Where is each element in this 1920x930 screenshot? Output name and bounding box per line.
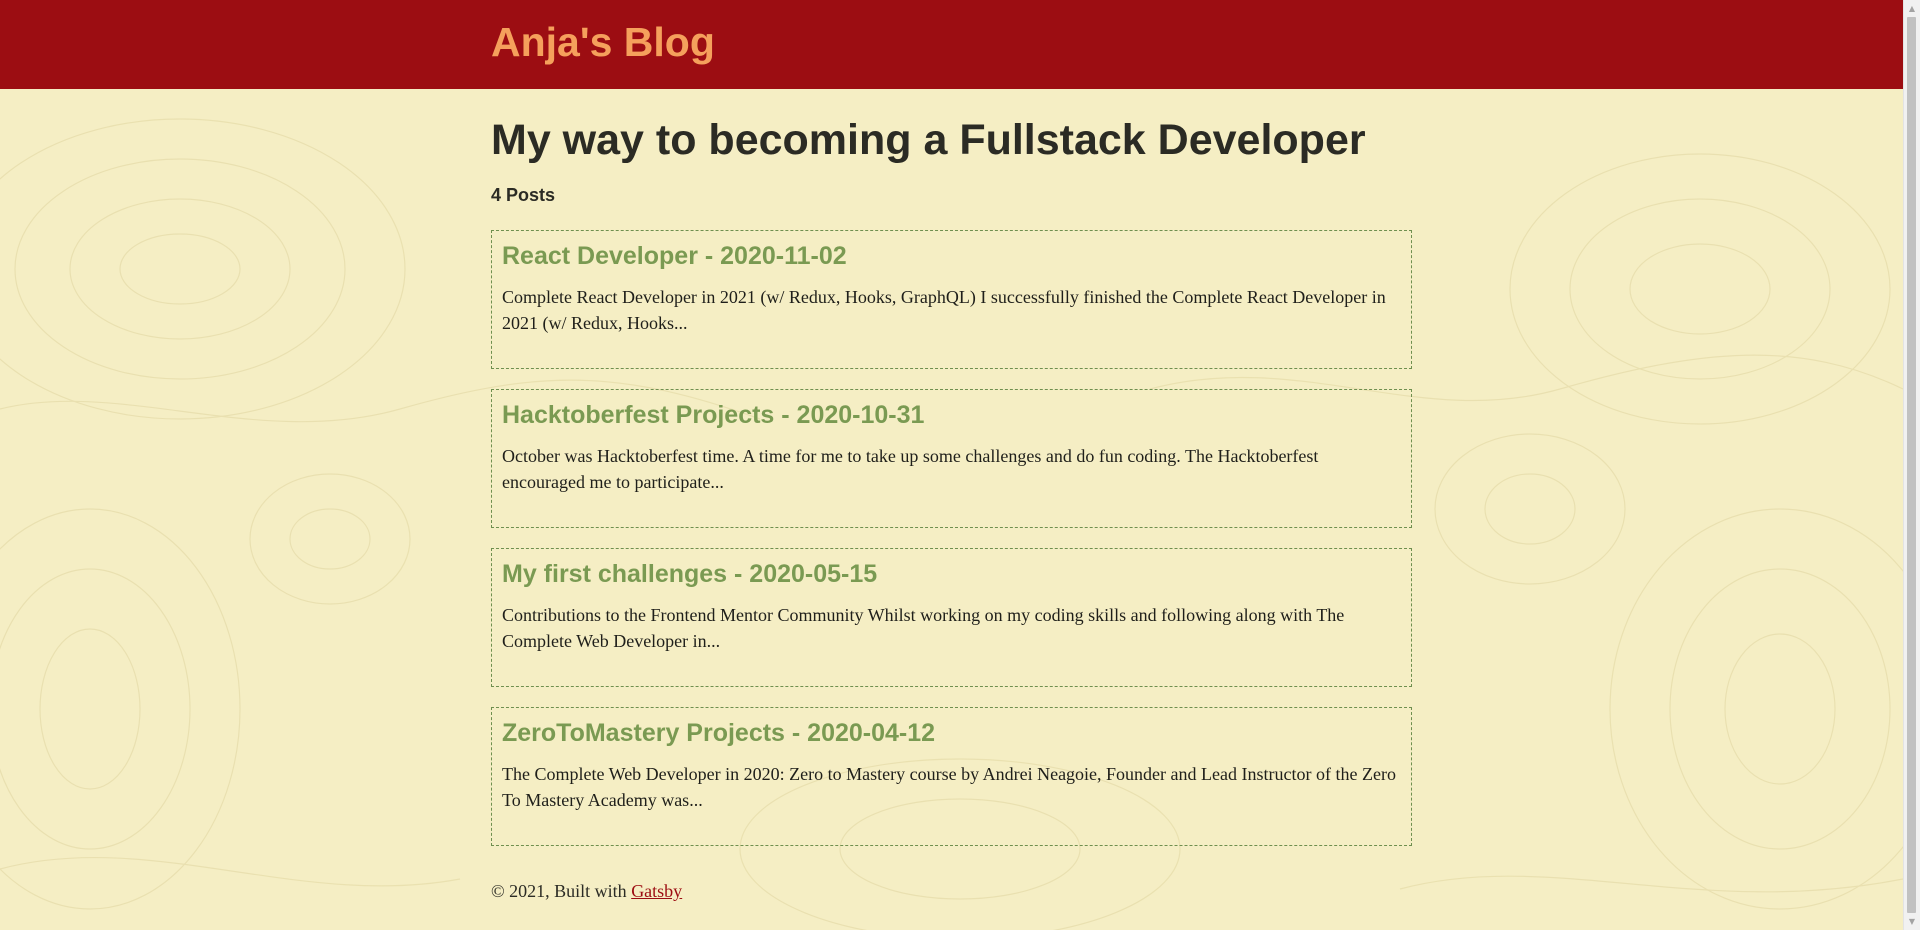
vertical-scrollbar[interactable]: ▲ ▼ — [1903, 0, 1920, 930]
post-count: 4 Posts — [491, 185, 556, 205]
scrollbar-thumb[interactable] — [1907, 17, 1916, 913]
post-card: My first challenges - 2020-05-15 Contrib… — [491, 548, 1412, 687]
gatsby-link[interactable]: Gatsby — [631, 881, 682, 901]
scroll-down-arrow-icon[interactable]: ▼ — [1904, 913, 1920, 930]
post-title-link[interactable]: Hacktoberfest Projects - 2020-10-31 — [502, 399, 924, 431]
post-card: ZeroToMastery Projects - 2020-04-12 The … — [491, 707, 1412, 846]
post-list: React Developer - 2020-11-02 Complete Re… — [491, 230, 1412, 866]
post-excerpt: The Complete Web Developer in 2020: Zero… — [502, 764, 1396, 810]
page-title: My way to becoming a Fullstack Developer — [491, 116, 1366, 164]
post-excerpt: Contributions to the Frontend Mentor Com… — [502, 605, 1345, 651]
footer-text: © 2021, Built with — [491, 881, 627, 901]
post-card: React Developer - 2020-11-02 Complete Re… — [491, 230, 1412, 369]
site-header: Anja's Blog — [0, 0, 1903, 89]
post-excerpt: October was Hacktoberfest time. A time f… — [502, 446, 1319, 492]
scroll-up-arrow-icon[interactable]: ▲ — [1904, 0, 1920, 17]
post-title-link[interactable]: ZeroToMastery Projects - 2020-04-12 — [502, 717, 935, 749]
post-excerpt: Complete React Developer in 2021 (w/ Red… — [502, 287, 1386, 333]
post-title-link[interactable]: My first challenges - 2020-05-15 — [502, 558, 877, 590]
post-card: Hacktoberfest Projects - 2020-10-31 Octo… — [491, 389, 1412, 528]
post-title-link[interactable]: React Developer - 2020-11-02 — [502, 240, 847, 272]
site-footer: © 2021, Built with Gatsby — [491, 878, 682, 904]
site-title-link[interactable]: Anja's Blog — [491, 16, 715, 68]
